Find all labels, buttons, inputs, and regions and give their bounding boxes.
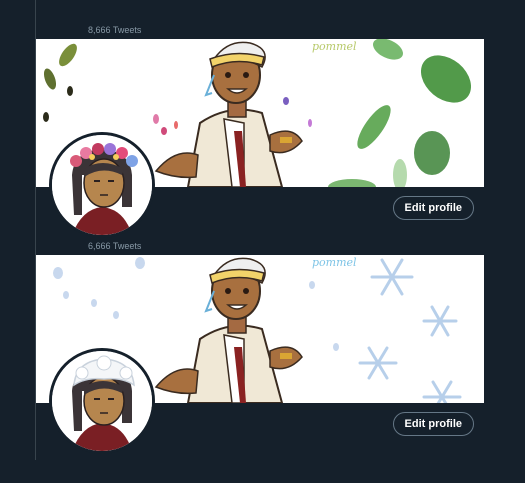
snowflake-decorations <box>358 258 462 403</box>
snow-dots <box>53 257 339 351</box>
artist-signature: pommel <box>312 256 357 269</box>
tweet-count: 8,666 Tweets <box>88 25 142 35</box>
avatar-illustration <box>52 135 152 235</box>
edit-profile-button[interactable]: Edit profile <box>392 412 474 436</box>
tweet-count: 6,666 Tweets <box>88 241 142 251</box>
profile-card-snowflakes: 6,666 Tweets pommel Edit profile <box>36 238 484 454</box>
edit-profile-button[interactable]: Edit profile <box>392 196 474 220</box>
avatar[interactable] <box>49 348 155 454</box>
character-illustration <box>154 257 303 403</box>
avatar-illustration <box>52 351 152 451</box>
avatar[interactable] <box>49 132 155 238</box>
artist-signature: pommel <box>312 40 357 53</box>
character-illustration <box>154 41 303 187</box>
profile-card-leaves: 8,666 Tweets pommel Edit profile <box>36 22 484 238</box>
